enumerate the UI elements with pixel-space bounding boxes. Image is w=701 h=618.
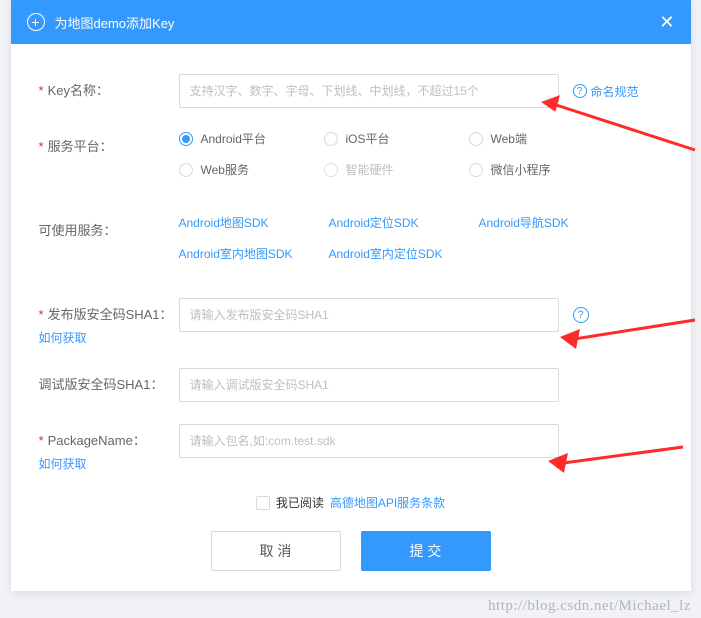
platform-radio: 智能硬件	[324, 161, 469, 178]
package-name-label: PackageName：	[39, 424, 179, 449]
terms-link[interactable]: 高德地图API服务条款	[330, 494, 445, 511]
package-name-help-link[interactable]: 如何获取	[39, 455, 179, 472]
radio-icon	[179, 132, 193, 146]
modal-title: 为地图demo添加Key	[55, 13, 175, 32]
plus-icon: +	[27, 13, 45, 31]
radio-label: Android平台	[201, 130, 266, 147]
terms-prefix: 我已阅读	[276, 494, 324, 511]
service-link[interactable]: Android导航SDK	[479, 214, 629, 231]
release-sha1-input[interactable]	[179, 298, 559, 332]
radio-label: 智能硬件	[346, 161, 394, 178]
release-sha1-help-link[interactable]: 如何获取	[39, 329, 179, 346]
key-name-label: Key名称：	[39, 74, 179, 99]
submit-button[interactable]: 提 交	[361, 531, 491, 571]
radio-label: Web端	[491, 130, 527, 147]
terms-checkbox[interactable]	[256, 496, 270, 510]
debug-sha1-input[interactable]	[179, 368, 559, 402]
platform-radio[interactable]: iOS平台	[324, 130, 469, 147]
cancel-button[interactable]: 取 消	[211, 531, 341, 571]
radio-label: 微信小程序	[491, 161, 551, 178]
platform-radio[interactable]: 微信小程序	[469, 161, 614, 178]
radio-label: Web服务	[201, 161, 249, 178]
service-link[interactable]: Android定位SDK	[329, 214, 479, 231]
service-link[interactable]: Android地图SDK	[179, 214, 329, 231]
service-link[interactable]: Android室内定位SDK	[329, 245, 479, 262]
platform-radio[interactable]: Android平台	[179, 130, 324, 147]
radio-icon	[324, 163, 338, 177]
services-label: 可使用服务：	[39, 214, 179, 239]
question-icon: ?	[573, 84, 587, 98]
radio-icon	[324, 132, 338, 146]
service-link[interactable]: Android室内地图SDK	[179, 245, 329, 262]
modal-header: + 为地图demo添加Key ✕	[11, 0, 691, 44]
naming-help-link[interactable]: ? 命名规范	[573, 83, 639, 100]
release-sha1-label: 发布版安全码SHA1：	[39, 298, 179, 323]
radio-icon	[469, 163, 483, 177]
close-icon[interactable]: ✕	[659, 12, 674, 33]
radio-icon	[469, 132, 483, 146]
platform-radio[interactable]: Web服务	[179, 161, 324, 178]
platform-radio[interactable]: Web端	[469, 130, 614, 147]
question-icon[interactable]: ?	[573, 307, 589, 323]
key-name-input[interactable]	[179, 74, 559, 108]
radio-icon	[179, 163, 193, 177]
radio-label: iOS平台	[346, 130, 390, 147]
debug-sha1-label: 调试版安全码SHA1：	[39, 368, 179, 393]
package-name-input[interactable]	[179, 424, 559, 458]
watermark: http://blog.csdn.net/Michael_lz	[488, 598, 691, 615]
platform-label: 服务平台：	[39, 130, 179, 155]
